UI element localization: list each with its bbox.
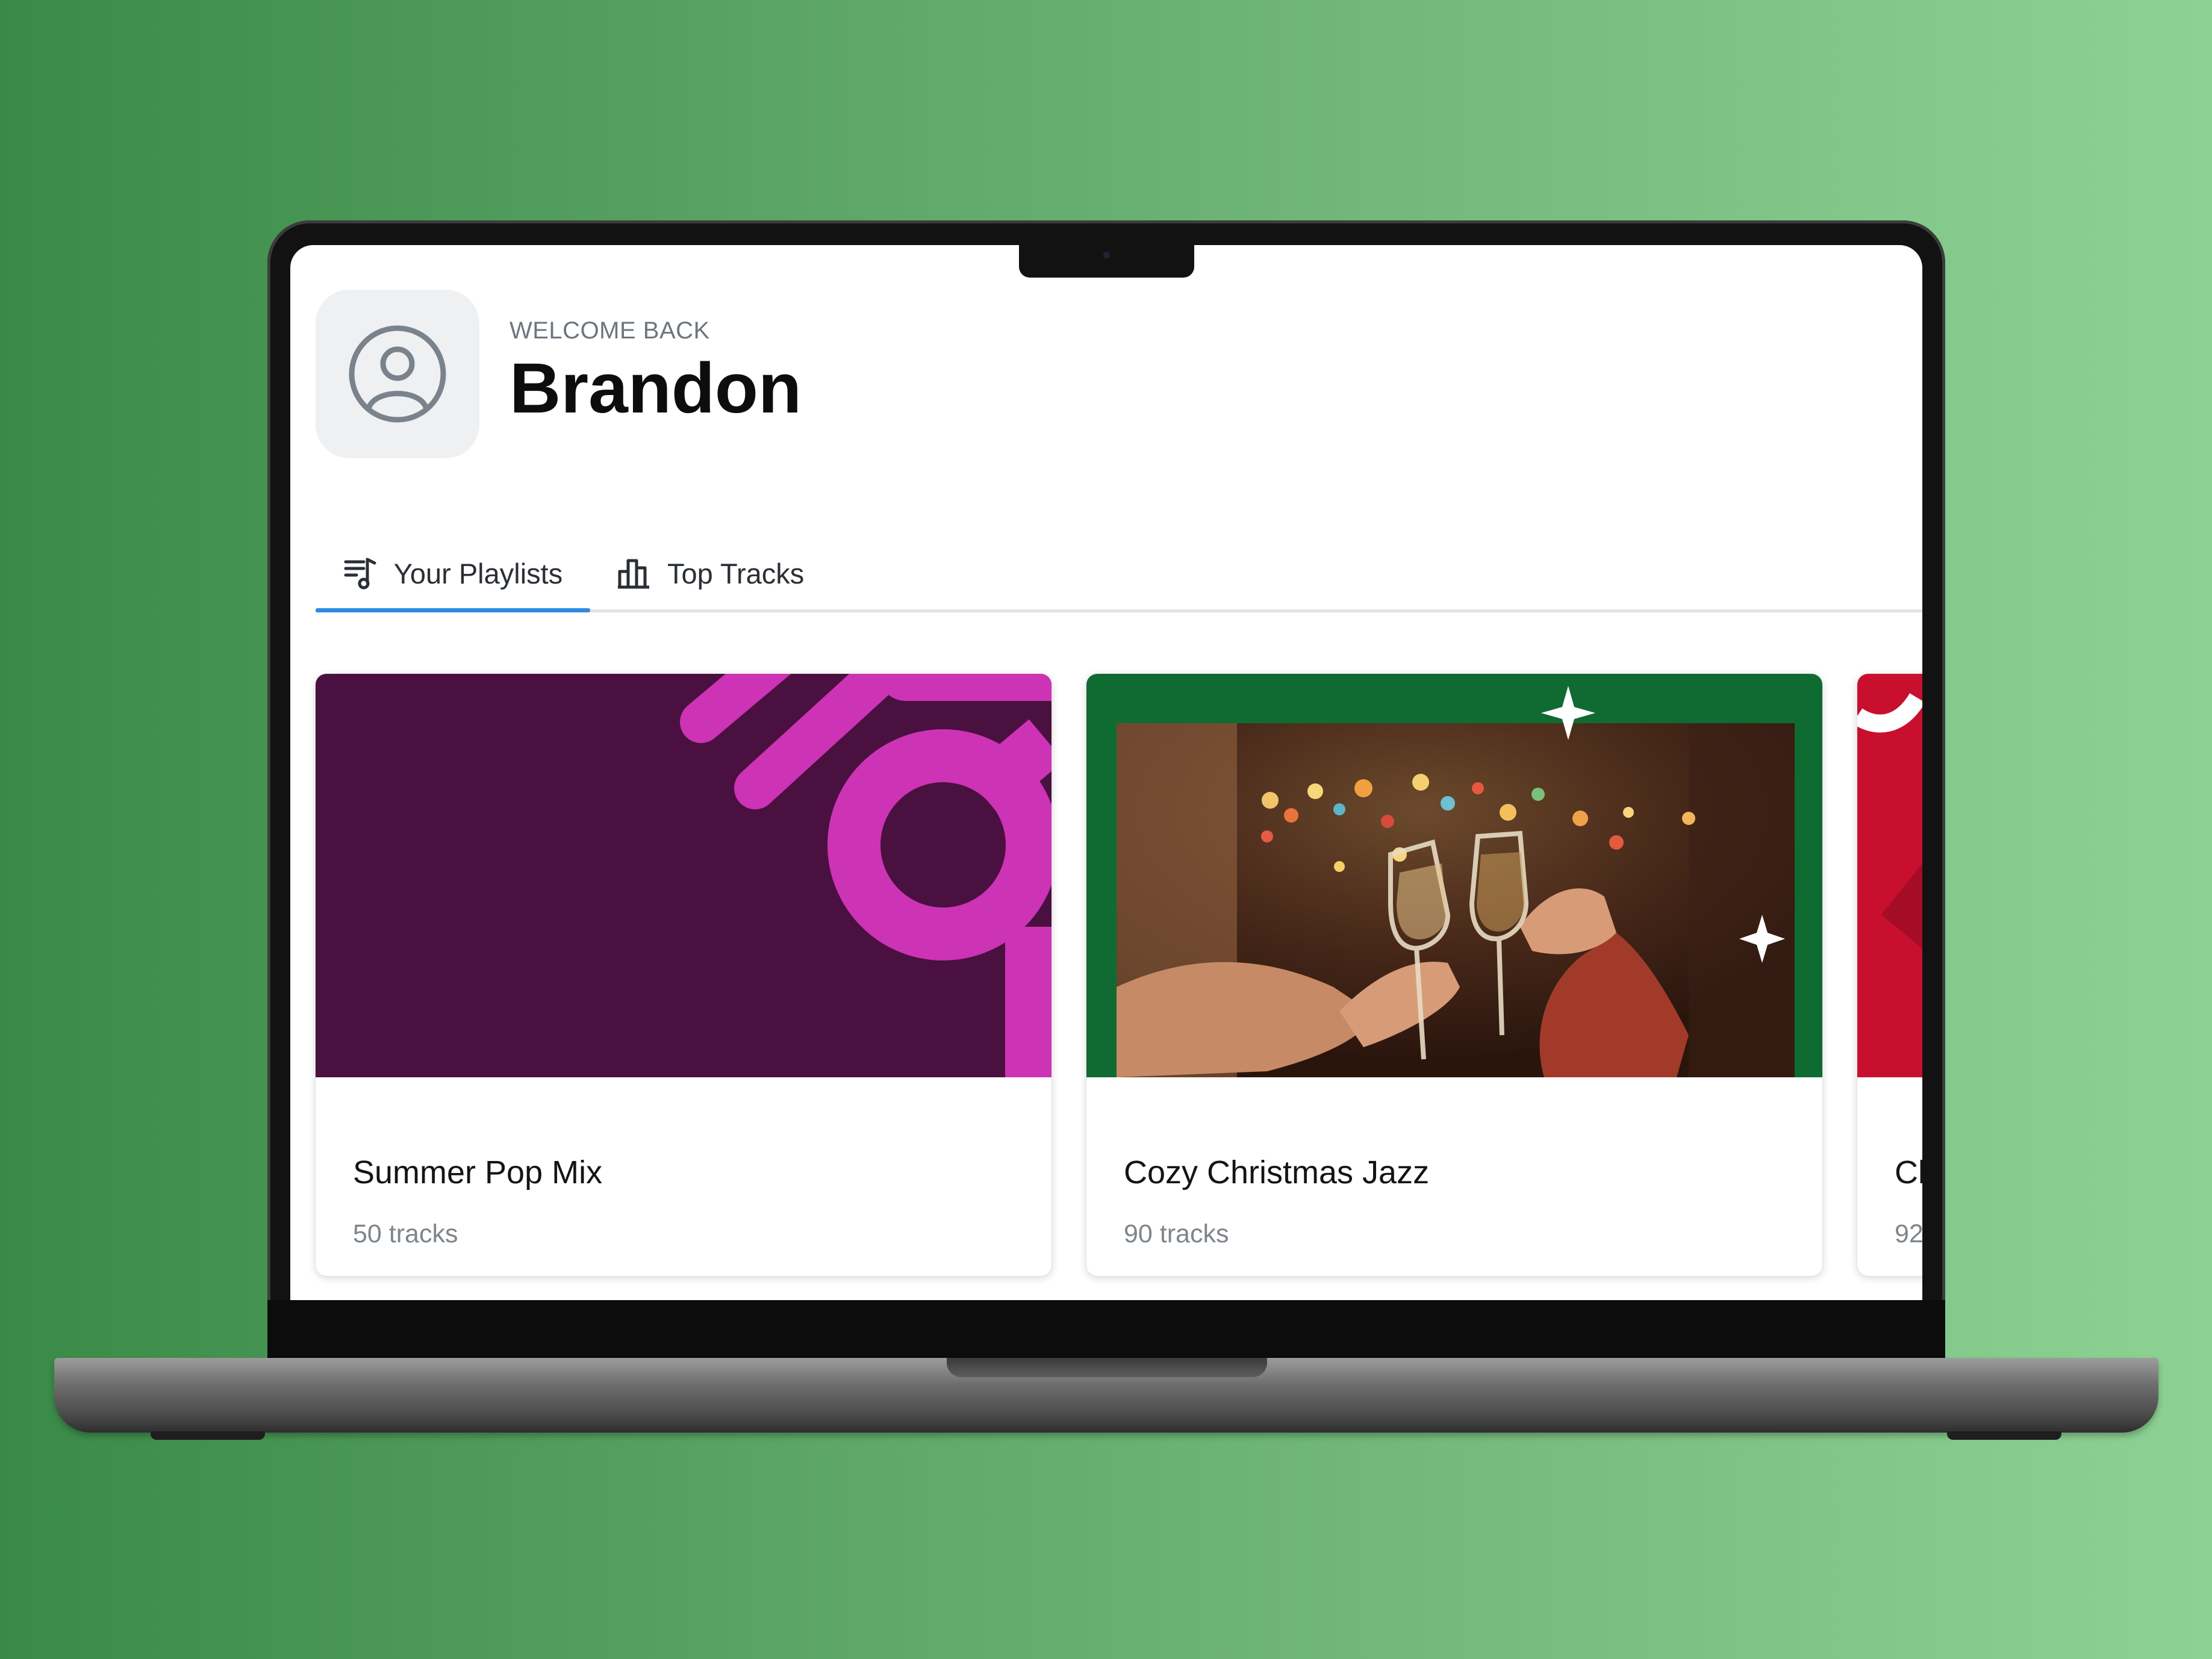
playlist-track-count: 90 tracks	[1124, 1219, 1229, 1248]
playlist-cover-image	[1086, 674, 1822, 1077]
playlist-track-count: 50 tracks	[353, 1219, 458, 1248]
user-avatar-icon	[349, 325, 446, 423]
playlist-track-count: 92	[1895, 1219, 1922, 1248]
playlist-title: Cozy Christmas Jazz	[1124, 1154, 1430, 1191]
playlist-cover-image	[316, 674, 1051, 1077]
laptop-foot	[151, 1431, 265, 1440]
tab-bar: Your Playlists Top Tracks	[316, 534, 1922, 612]
playlist-cover-image	[1857, 674, 1922, 1077]
bar-chart-icon	[618, 559, 649, 589]
laptop-bezel-bottom	[267, 1300, 1945, 1360]
avatar[interactable]	[316, 290, 479, 458]
tab-top-tracks[interactable]: Top Tracks	[617, 534, 804, 612]
camera-icon	[1103, 252, 1110, 258]
tab-top-tracks-label: Top Tracks	[667, 557, 805, 590]
playlist-title: Cl	[1895, 1154, 1922, 1191]
laptop-foot	[1947, 1431, 2061, 1440]
playlist-title: Summer Pop Mix	[353, 1154, 603, 1191]
laptop-lid-groove	[947, 1358, 1267, 1377]
welcome-label: WELCOME BACK	[509, 317, 710, 344]
playlist-card[interactable]: Cozy Christmas Jazz 90 tracks	[1086, 674, 1822, 1276]
tab-your-playlists[interactable]: Your Playlists	[316, 534, 590, 612]
playlist-icon	[344, 558, 376, 590]
playlist-card[interactable]: Summer Pop Mix 50 tracks	[316, 674, 1051, 1276]
tab-your-playlists-label: Your Playlists	[393, 557, 563, 590]
playlist-card[interactable]: Cl 92	[1857, 674, 1922, 1276]
camera-notch	[1019, 243, 1194, 278]
user-name: Brandon	[509, 349, 802, 428]
active-tab-indicator	[316, 608, 590, 612]
app-screen: WELCOME BACK Brandon Your Playlists Top …	[290, 245, 1922, 1300]
